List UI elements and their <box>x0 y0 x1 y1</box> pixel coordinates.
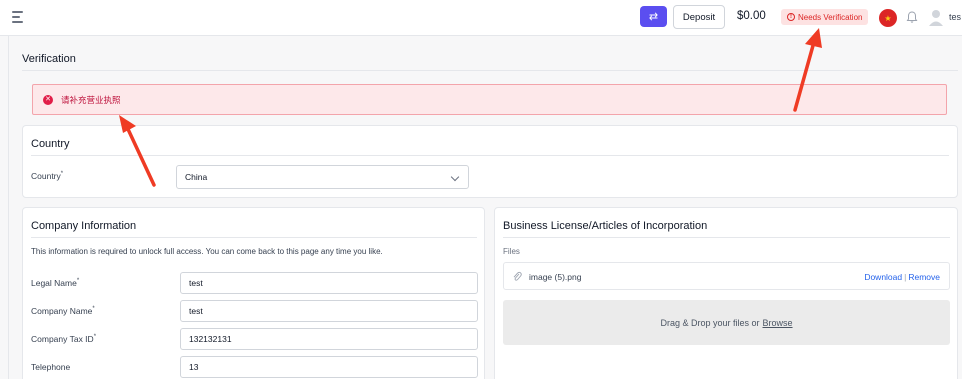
needs-verification-label: Needs Verification <box>798 12 863 22</box>
swap-button[interactable]: ⇄ <box>640 6 667 27</box>
remove-link[interactable]: Remove <box>908 272 940 282</box>
bell-icon[interactable] <box>905 10 919 24</box>
file-dropzone[interactable]: Drag & Drop your files or Browse <box>503 300 950 345</box>
china-flag-icon[interactable]: ★ <box>879 9 897 27</box>
swap-icon: ⇄ <box>648 11 659 23</box>
paperclip-icon <box>513 271 522 281</box>
browse-link[interactable]: Browse <box>763 318 793 328</box>
company-tax-id-input[interactable]: 132132131 <box>180 328 478 350</box>
menu-icon[interactable] <box>12 11 25 23</box>
alert-circle-icon: ! <box>787 13 795 21</box>
company-name-input[interactable]: test <box>180 300 478 322</box>
download-link[interactable]: Download <box>864 272 902 282</box>
title-divider <box>22 70 958 71</box>
sidebar-divider <box>8 36 9 379</box>
license-divider <box>503 237 950 238</box>
license-section-title: Business License/Articles of Incorporati… <box>503 220 708 232</box>
company-info-card: Company Information This information is … <box>22 207 485 379</box>
x-circle-icon: ✕ <box>43 94 53 105</box>
telephone-input[interactable]: 13 <box>180 356 478 378</box>
needs-verification-badge[interactable]: ! Needs Verification <box>781 9 869 25</box>
business-license-card: Business License/Articles of Incorporati… <box>494 207 958 379</box>
username[interactable]: tes <box>949 12 961 22</box>
company-tax-id-label: Company Tax ID* <box>31 334 97 344</box>
files-label: Files <box>503 247 520 256</box>
company-section-title: Company Information <box>31 220 137 232</box>
file-name: image (5).png <box>529 272 582 282</box>
company-info-text: This information is required to unlock f… <box>31 247 383 256</box>
verification-alert: ✕ 请补充营业执照 <box>32 84 947 115</box>
deposit-button[interactable]: Deposit <box>673 5 725 29</box>
country-section-title: Country <box>31 138 70 150</box>
company-name-label: Company Name* <box>31 306 95 316</box>
dropzone-text: Drag & Drop your files or <box>660 317 760 328</box>
alert-message: 请补充营业执照 <box>61 95 121 106</box>
file-row: image (5).png Download | Remove <box>503 262 950 290</box>
balance-amount: $0.00 <box>737 10 766 22</box>
action-separator: | <box>904 272 907 282</box>
chevron-down-icon <box>450 172 460 182</box>
country-select[interactable]: China <box>176 165 469 189</box>
country-divider <box>31 155 949 156</box>
top-bar: ⇄ Deposit $0.00 ! Needs Verification ★ t… <box>0 0 962 36</box>
file-actions: Download | Remove <box>864 272 940 282</box>
country-label: Country* <box>31 171 64 181</box>
telephone-label: Telephone <box>31 362 71 372</box>
legal-name-label: Legal Name* <box>31 278 80 288</box>
user-avatar-icon[interactable] <box>928 9 944 27</box>
legal-name-input[interactable]: test <box>180 272 478 294</box>
country-selected-value: China <box>185 172 208 182</box>
company-divider <box>31 237 477 238</box>
page-title: Verification <box>22 53 76 65</box>
country-card: Country Country* China <box>22 125 958 198</box>
